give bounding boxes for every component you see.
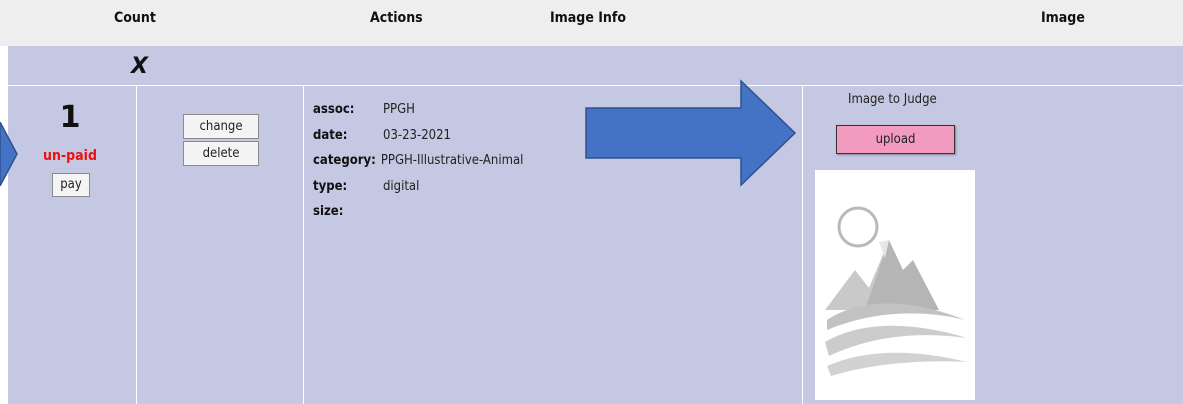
mountain-sun-placeholder-icon: [825, 206, 967, 376]
pay-button[interactable]: pay: [52, 173, 90, 197]
info-type-value: digital: [383, 178, 420, 194]
entry-count: 1: [59, 100, 81, 135]
payment-status: un-paid: [42, 148, 97, 164]
info-type-label: type:: [313, 178, 348, 194]
image-to-judge-label: Image to Judge: [848, 92, 937, 107]
change-button[interactable]: change: [183, 114, 259, 139]
column-divider: [802, 86, 803, 404]
header-image-info: Image Info: [550, 10, 627, 26]
upload-button[interactable]: upload: [836, 125, 955, 154]
arrow-right-icon: [585, 79, 797, 187]
info-category-value: PPGH-Illustrative-Animal: [380, 153, 524, 168]
info-date-value: 03-23-2021: [383, 127, 451, 143]
group-marker: X: [131, 54, 148, 79]
header-count: Count: [114, 10, 156, 26]
image-info: assoc: PPGH date: 03-23-2021 category: PPGH…: [313, 97, 523, 225]
info-category-label: category:: [313, 153, 376, 168]
column-divider: [303, 86, 304, 404]
arrow-right-icon: [0, 122, 18, 186]
header-actions: Actions: [370, 10, 423, 26]
info-assoc-value: PPGH: [383, 102, 415, 117]
info-size-label: size:: [313, 204, 344, 219]
info-date-label: date:: [313, 127, 348, 143]
info-assoc-label: assoc:: [313, 102, 355, 117]
table-header: Count Actions Image Info Image: [0, 0, 1183, 46]
image-placeholder: [815, 170, 975, 400]
header-image: Image: [1041, 10, 1085, 26]
column-divider: [136, 86, 137, 404]
delete-button[interactable]: delete: [183, 141, 259, 166]
